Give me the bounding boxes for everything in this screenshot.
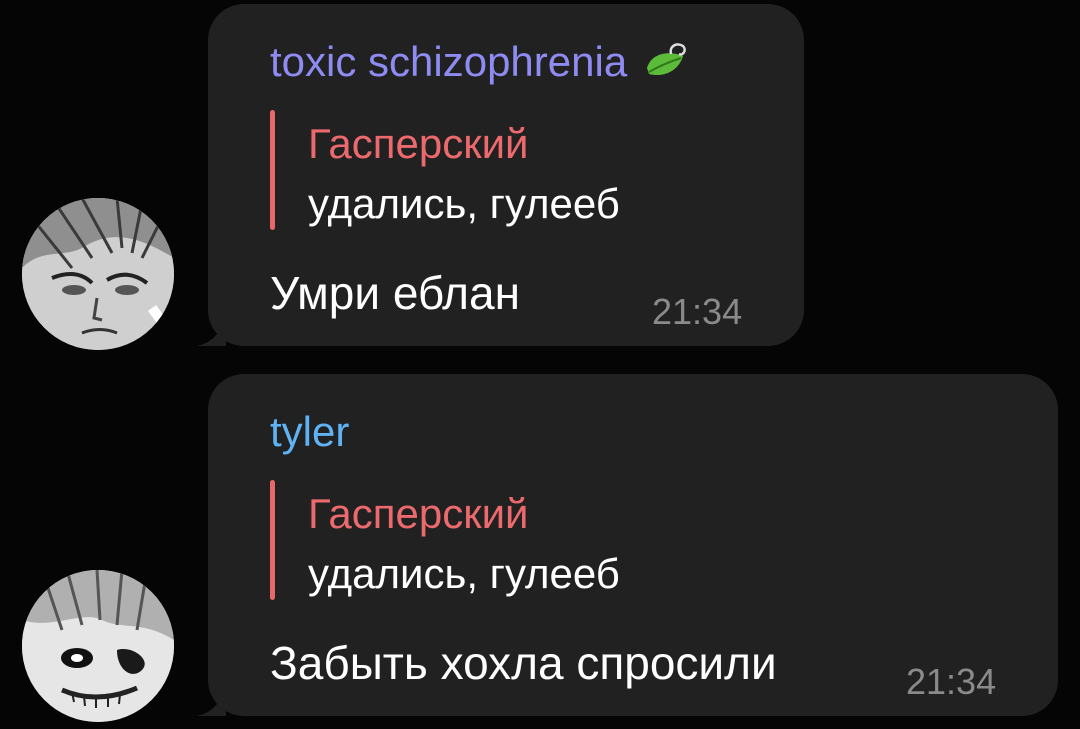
- sender-avatar[interactable]: [22, 198, 174, 350]
- chat-view: toxic schizophrenia Гасперский удались, …: [0, 0, 1080, 729]
- sender-name-text: tyler: [270, 408, 350, 455]
- sender-name-text: toxic schizophrenia: [270, 38, 628, 85]
- message-text: Забыть хохла спросили: [270, 637, 777, 689]
- reply-text: удались, гулееб: [308, 180, 620, 227]
- reply-text: удались, гулееб: [308, 550, 620, 597]
- manga-avatar-1-image: [22, 198, 174, 350]
- reply-author: Гасперский: [308, 120, 529, 167]
- manga-avatar-2-image: [22, 570, 174, 722]
- reply-preview[interactable]: Гасперский удались, гулееб: [270, 110, 830, 230]
- message-time: 21:34: [906, 661, 997, 702]
- leaf-icon: [643, 42, 689, 82]
- sender-avatar[interactable]: [22, 570, 174, 722]
- sender-name[interactable]: tyler: [270, 408, 349, 456]
- reply-accent-bar: [270, 110, 275, 230]
- message-bubble[interactable]: tyler Гасперский удались, гулееб Забыть …: [208, 374, 1058, 716]
- reply-preview[interactable]: Гасперский удались, гулееб: [270, 480, 830, 600]
- reply-author: Гасперский: [308, 490, 529, 537]
- reply-accent-bar: [270, 480, 275, 600]
- message-time: 21:34: [652, 291, 743, 332]
- message-bubble[interactable]: toxic schizophrenia Гасперский удались, …: [208, 4, 804, 346]
- sender-name[interactable]: toxic schizophrenia: [270, 38, 689, 86]
- message-text: Умри еблан: [270, 267, 521, 319]
